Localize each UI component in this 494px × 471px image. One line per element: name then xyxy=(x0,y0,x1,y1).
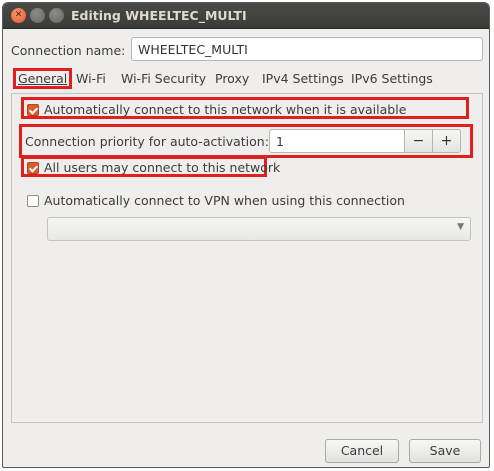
priority-label: Connection priority for auto-activation: xyxy=(25,134,269,149)
window-title: Editing WHEELTEC_MULTI xyxy=(71,8,247,23)
priority-decrement-button[interactable]: − xyxy=(404,129,433,153)
tab-ipv4-settings[interactable]: IPv4 Settings xyxy=(262,71,344,86)
priority-input[interactable]: 1 xyxy=(269,129,405,153)
auto-connect-checkbox[interactable] xyxy=(27,103,39,116)
connection-name-label: Connection name: xyxy=(11,43,126,58)
title-bar: ✕ Editing WHEELTEC_MULTI xyxy=(3,3,489,29)
all-users-row[interactable]: All users may connect to this network xyxy=(27,160,280,175)
auto-connect-label: Automatically connect to this network wh… xyxy=(44,102,407,117)
vpn-auto-checkbox[interactable] xyxy=(27,194,39,207)
auto-connect-row[interactable]: Automatically connect to this network wh… xyxy=(27,102,406,117)
vpn-select-dropdown[interactable]: ▼ xyxy=(47,217,471,241)
tab-proxy[interactable]: Proxy xyxy=(215,71,249,86)
all-users-checkbox[interactable] xyxy=(27,161,39,174)
all-users-label: All users may connect to this network xyxy=(44,160,281,175)
priority-increment-button[interactable]: + xyxy=(432,129,461,153)
maximize-window-icon[interactable] xyxy=(49,8,64,23)
tab-ipv6-settings[interactable]: IPv6 Settings xyxy=(351,71,433,86)
save-button[interactable]: Save xyxy=(409,439,481,463)
close-window-icon[interactable]: ✕ xyxy=(11,8,26,23)
chevron-down-icon: ▼ xyxy=(457,222,464,232)
minimize-window-icon[interactable] xyxy=(30,8,45,23)
vpn-auto-label: Automatically connect to VPN when using … xyxy=(44,193,405,208)
tab-wifi-security[interactable]: Wi-Fi Security xyxy=(121,71,206,86)
tab-bar: General Wi-Fi Wi-Fi Security Proxy IPv4 … xyxy=(13,67,483,93)
tab-general[interactable]: General xyxy=(13,68,73,89)
cancel-button[interactable]: Cancel xyxy=(325,439,399,463)
dialog-window: ✕ Editing WHEELTEC_MULTI Connection name… xyxy=(2,2,490,468)
connection-name-input[interactable]: WHEELTEC_MULTI xyxy=(131,37,483,61)
tab-wifi[interactable]: Wi-Fi xyxy=(76,71,106,86)
vpn-auto-row[interactable]: Automatically connect to VPN when using … xyxy=(27,193,405,208)
